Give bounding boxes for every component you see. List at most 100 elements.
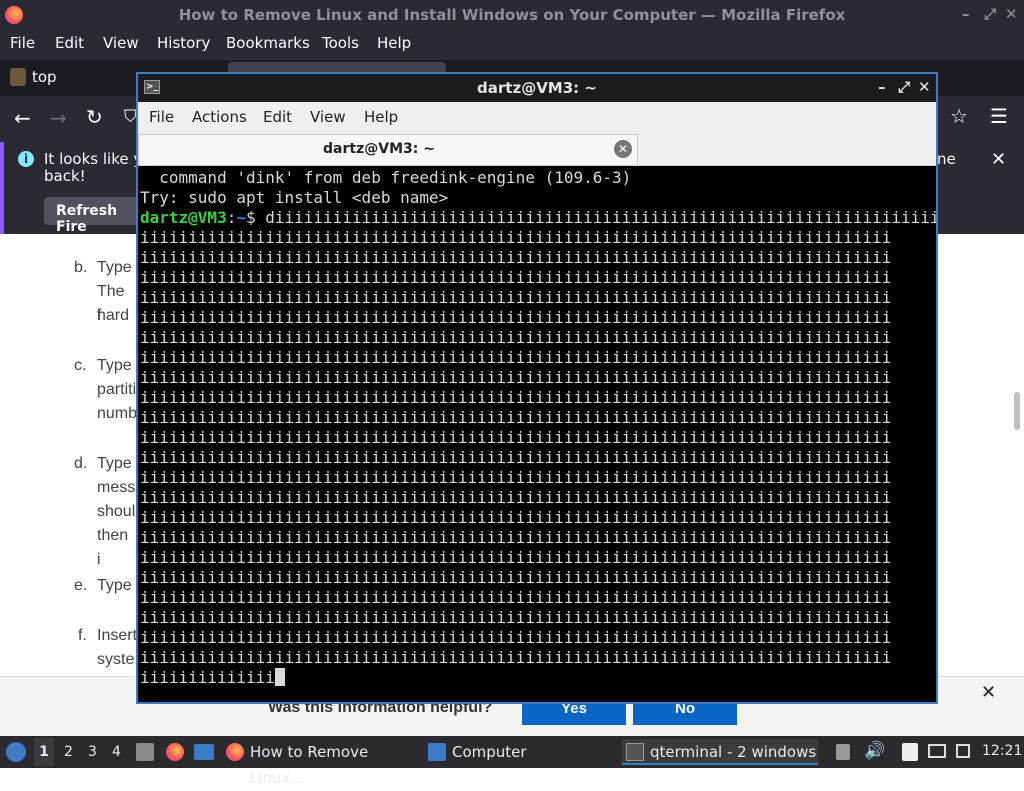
command-wrap-line: iiiiiiiiiiiiiiiiiiiiiiiiiiiiiiiiiiiiiiii… <box>140 488 892 507</box>
command-wrap-block: iiiiiiiiiiiiiiiiiiiiiiiiiiiiiiiiiiiiiiii… <box>140 228 936 668</box>
forward-arrow-icon[interactable]: → <box>50 106 67 130</box>
file-manager-launcher-icon[interactable] <box>136 743 154 761</box>
notice-text-line2: back! <box>44 167 86 185</box>
prompt-path: ~ <box>236 208 246 227</box>
start-menu-icon[interactable] <box>6 742 26 762</box>
terminal-menu-edit[interactable]: Edit <box>263 108 292 126</box>
list-text: hard <box>97 307 130 324</box>
command-wrap-line: iiiiiiiiiiiiiiiiiiiiiiiiiiiiiiiiiiiiiiii… <box>140 448 892 467</box>
bookmark-star-icon[interactable]: ☆ <box>950 104 968 128</box>
workspace-3[interactable]: 3 <box>88 744 97 760</box>
prompt-user: dartz@VM3 <box>140 208 227 227</box>
task-label: Computer <box>452 743 527 761</box>
terminal-title: dartz@VM3: ~ <box>477 79 597 97</box>
terminal-window: >_ dartz@VM3: ~ – ⤢ ✕ File Actions Edit … <box>136 72 938 704</box>
terminal-menu-help[interactable]: Help <box>364 108 398 126</box>
terminal-output[interactable]: command 'dink' from deb freedink-engine … <box>138 166 936 702</box>
workspace-1[interactable]: 1 <box>34 738 54 766</box>
network-icon[interactable] <box>956 744 970 758</box>
workspace-2[interactable]: 2 <box>64 744 73 760</box>
list-item: c. Type partiti numb <box>74 354 137 422</box>
list-text: Type <box>97 577 132 594</box>
notes-icon[interactable] <box>902 743 918 761</box>
command-wrap-line: iiiiiiiiiiiiiiiiiiiiiiiiiiiiiiiiiiiiiiii… <box>140 408 892 427</box>
terminal-close-button[interactable]: ✕ <box>918 78 931 96</box>
command-wrap-line: iiiiiiiiiiiiiiiiiiiiiiiiiiiiiiiiiiiiiiii… <box>140 628 892 647</box>
command-wrap-line: iiiiiiiiiiiiiiiiiiiiiiiiiiiiiiiiiiiiiiii… <box>140 228 892 247</box>
terminal-tab-label: dartz@VM3: ~ <box>323 141 435 157</box>
terminal-menu-view[interactable]: View <box>310 108 346 126</box>
minimize-button[interactable]: – <box>962 5 970 23</box>
terminal-tab[interactable]: dartz@VM3: ~ ✕ <box>138 134 638 164</box>
task-qterminal[interactable]: qterminal - 2 windows <box>622 739 818 765</box>
desktop-launcher-icon[interactable] <box>194 744 214 760</box>
terminal-line: command 'dink' from deb freedink-engine … <box>140 168 632 187</box>
tab-close-icon[interactable]: ✕ <box>614 140 632 158</box>
menu-tools[interactable]: Tools <box>322 34 359 52</box>
notice-text-tail: ne <box>937 150 956 168</box>
terminal-titlebar: >_ dartz@VM3: ~ – ⤢ ✕ <box>138 74 936 102</box>
list-marker: e. <box>74 577 88 594</box>
clipboard-icon[interactable] <box>836 744 850 760</box>
maximize-button[interactable]: ⤢ <box>984 5 996 23</box>
notice-accent-stripe <box>0 142 4 234</box>
terminal-line: Try: sudo apt install <deb name> <box>140 188 449 207</box>
menu-bookmarks[interactable]: Bookmarks <box>226 34 310 52</box>
list-text: then i <box>97 527 129 568</box>
back-arrow-icon[interactable]: ← <box>14 106 31 130</box>
notice-close-icon[interactable]: ✕ <box>991 149 1006 170</box>
menu-help[interactable]: Help <box>377 34 411 52</box>
command-wrap-line: iiiiiiiiiiiiiiiiiiiiiiiiiiiiiiiiiiiiiiii… <box>140 288 892 307</box>
menu-edit[interactable]: Edit <box>55 34 84 52</box>
terminal-minimize-button[interactable]: – <box>878 78 886 96</box>
reload-icon[interactable]: ↻ <box>86 105 103 129</box>
command-wrap-line: iiiiiiiiiiiiiiiiiiiiiiiiiiiiiiiiiiiiiiii… <box>140 468 892 487</box>
workspace-4[interactable]: 4 <box>112 744 121 760</box>
menu-file[interactable]: File <box>10 34 35 52</box>
command-wrap-line: iiiiiiiiiiiiiiiiiiiiiiiiiiiiiiiiiiiiiiii… <box>140 328 892 347</box>
command-wrap-line: iiiiiiiiiiiiiiiiiiiiiiiiiiiiiiiiiiiiiiii… <box>140 308 892 327</box>
display-icon[interactable] <box>928 744 946 758</box>
list-marker: d. <box>74 455 88 472</box>
command-wrap-line: iiiiiiiiiiiiiiiiiiiiiiiiiiiiiiiiiiiiiiii… <box>140 268 892 287</box>
command-wrap-line: iiiiiiiiiiiiiiiiiiiiiiiiiiiiiiiiiiiiiiii… <box>140 248 892 267</box>
terminal-prompt-line: dartz@VM3:~$ diiiiiiiiiiiiiiiiiiiiiiiiii… <box>140 208 936 228</box>
refresh-firefox-button[interactable]: Refresh Fire <box>44 197 144 235</box>
terminal-task-icon <box>626 743 644 761</box>
close-button[interactable]: ✕ <box>1005 5 1018 23</box>
command-text: iiiiiiiiiiiiii <box>140 668 275 687</box>
taskbar: 1 2 3 4 How to Remove Linux... Computer … <box>0 736 1024 787</box>
helpful-close-icon[interactable]: ✕ <box>981 682 996 703</box>
list-marker: f. <box>78 627 87 644</box>
command-wrap-line: iiiiiiiiiiiiiiiiiiiiiiiiiiiiiiiiiiiiiiii… <box>140 388 892 407</box>
menu-history[interactable]: History <box>157 34 210 52</box>
terminal-menu-file[interactable]: File <box>149 108 174 126</box>
tab-label: top <box>32 68 57 86</box>
firefox-menubar: File Edit View History Bookmarks Tools H… <box>0 30 1024 60</box>
list-text: Insert <box>97 627 138 644</box>
task-computer[interactable]: Computer <box>424 739 616 765</box>
list-item: b. Type The f hard <box>74 256 132 324</box>
terminal-tabbar: dartz@VM3: ~ ✕ <box>138 132 936 166</box>
firefox-titlebar: How to Remove Linux and Install Windows … <box>0 0 1024 30</box>
command-wrap-line: iiiiiiiiiiiiiiiiiiiiiiiiiiiiiiiiiiiiiiii… <box>140 568 892 587</box>
list-item: f. Insert syste <box>78 624 137 668</box>
terminal-maximize-button[interactable]: ⤢ <box>898 78 910 96</box>
command-wrap-line: iiiiiiiiiiiiiiiiiiiiiiiiiiiiiiiiiiiiiiii… <box>140 588 892 607</box>
page-scrollbar-thumb[interactable] <box>1014 392 1020 430</box>
clock: 12:21 <box>982 743 1023 759</box>
list-text: partiti <box>97 381 137 398</box>
hamburger-menu-icon[interactable]: ☰ <box>990 104 1008 128</box>
terminal-menu-actions[interactable]: Actions <box>192 108 247 126</box>
volume-icon[interactable]: 🔊 <box>864 741 885 761</box>
command-last-line: iiiiiiiiiiiiii <box>140 668 936 688</box>
list-item: d. Type mess shoul then i <box>74 452 135 568</box>
prompt-symbol: $ <box>245 208 266 227</box>
terminal-menubar: File Actions Edit View Help <box>138 102 936 132</box>
menu-view[interactable]: View <box>103 34 139 52</box>
list-item: e. Type <box>74 574 132 598</box>
task-label: How to Remove Linux... <box>250 743 369 787</box>
shield-icon[interactable]: ⛉ <box>124 107 137 127</box>
task-firefox[interactable]: How to Remove Linux... <box>222 739 418 787</box>
firefox-launcher-icon[interactable] <box>166 743 184 761</box>
